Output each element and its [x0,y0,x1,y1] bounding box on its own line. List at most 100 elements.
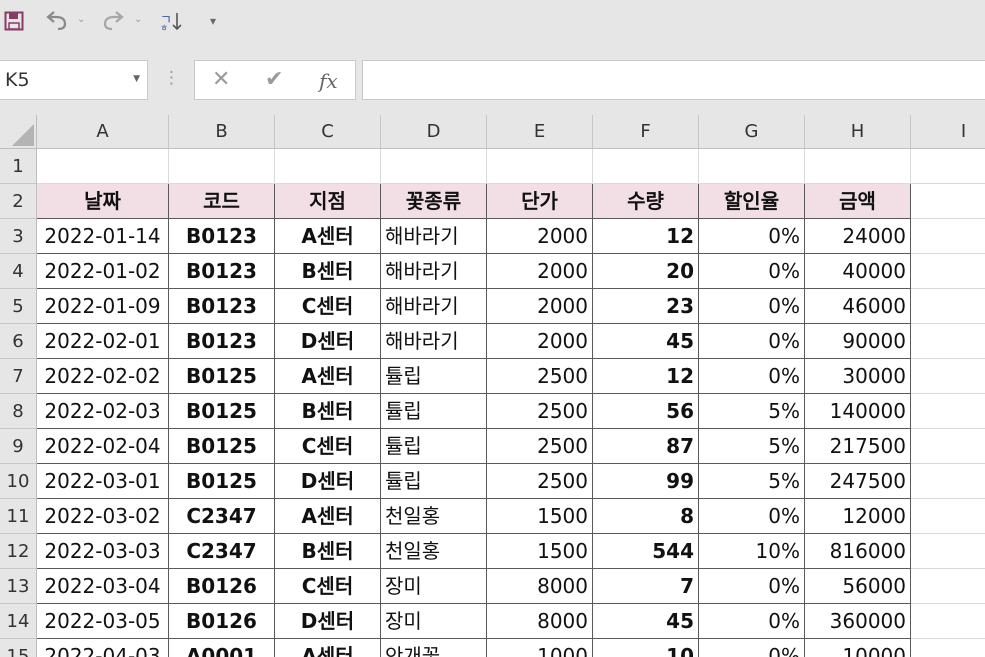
cell[interactable] [911,464,985,499]
table-cell[interactable]: 544 [593,534,699,569]
cell[interactable] [911,394,985,429]
table-cell[interactable]: 0% [699,324,805,359]
table-cell[interactable]: 7 [593,569,699,604]
row-header-8[interactable]: 8 [0,394,37,429]
column-header-b[interactable]: B [169,115,275,149]
table-cell[interactable]: 8000 [487,604,593,639]
column-header-g[interactable]: G [699,115,805,149]
table-cell[interactable]: A0001 [169,639,275,657]
table-cell[interactable]: 해바라기 [381,324,487,359]
table-cell[interactable]: 장미 [381,569,487,604]
table-cell[interactable]: 8000 [487,569,593,604]
row-header-14[interactable]: 14 [0,604,37,639]
table-cell[interactable]: D센터 [275,604,381,639]
column-header-i[interactable]: I [911,115,985,149]
table-cell[interactable]: 2022-01-09 [37,289,169,324]
column-header-e[interactable]: E [487,115,593,149]
table-cell[interactable]: C2347 [169,499,275,534]
table-cell[interactable]: 45 [593,324,699,359]
table-cell[interactable]: 해바라기 [381,219,487,254]
table-cell[interactable]: 장미 [381,604,487,639]
table-cell[interactable]: B0125 [169,429,275,464]
cell[interactable] [911,219,985,254]
table-cell[interactable]: 1500 [487,499,593,534]
table-cell[interactable]: 87 [593,429,699,464]
table-cell[interactable]: 2022-02-03 [37,394,169,429]
insert-function-icon[interactable]: fx [319,69,338,93]
cell[interactable] [911,569,985,604]
table-cell[interactable]: B0123 [169,289,275,324]
table-cell[interactable]: 20 [593,254,699,289]
table-cell[interactable]: 8 [593,499,699,534]
row-header-7[interactable]: 7 [0,359,37,394]
table-cell[interactable]: 2000 [487,324,593,359]
table-cell[interactable]: 0% [699,639,805,657]
table-cell[interactable]: 0% [699,499,805,534]
table-cell[interactable]: 2022-03-03 [37,534,169,569]
name-box[interactable]: K5 ▼ [0,60,148,100]
table-cell[interactable]: 튤립 [381,464,487,499]
table-cell[interactable]: 45 [593,604,699,639]
table-cell[interactable]: 2022-03-04 [37,569,169,604]
table-cell[interactable]: 2022-04-03 [37,639,169,657]
cell[interactable] [911,639,985,657]
table-cell[interactable]: 30000 [805,359,911,394]
table-cell[interactable]: B0125 [169,359,275,394]
table-cell[interactable]: 2022-02-04 [37,429,169,464]
table-cell[interactable]: C2347 [169,534,275,569]
table-cell[interactable]: B0125 [169,464,275,499]
table-cell[interactable]: 2500 [487,359,593,394]
cell[interactable] [911,289,985,324]
row-header-12[interactable]: 12 [0,534,37,569]
row-header-15[interactable]: 15 [0,639,37,657]
table-cell[interactable]: 0% [699,569,805,604]
table-cell[interactable]: 140000 [805,394,911,429]
table-header-cell[interactable]: 수량 [593,184,699,219]
undo-icon[interactable] [44,8,70,34]
table-header-cell[interactable]: 코드 [169,184,275,219]
row-header-4[interactable]: 4 [0,254,37,289]
row-header-10[interactable]: 10 [0,464,37,499]
row-header-3[interactable]: 3 [0,219,37,254]
table-cell[interactable]: B센터 [275,534,381,569]
table-cell[interactable]: 0% [699,219,805,254]
row-header-5[interactable]: 5 [0,289,37,324]
table-cell[interactable]: B0123 [169,254,275,289]
table-cell[interactable]: 2022-01-14 [37,219,169,254]
cell[interactable] [911,604,985,639]
table-cell[interactable]: 360000 [805,604,911,639]
table-cell[interactable]: 2500 [487,394,593,429]
cancel-icon[interactable]: ✕ [212,67,230,92]
table-cell[interactable]: A센터 [275,359,381,394]
table-cell[interactable]: B센터 [275,394,381,429]
redo-icon[interactable] [100,8,126,34]
table-cell[interactable]: 0% [699,254,805,289]
table-cell[interactable]: 2000 [487,219,593,254]
column-header-d[interactable]: D [381,115,487,149]
row-header-2[interactable]: 2 [0,184,37,219]
table-cell[interactable]: 99 [593,464,699,499]
table-header-cell[interactable]: 꽃종류 [381,184,487,219]
cell[interactable] [487,149,593,184]
table-header-cell[interactable]: 단가 [487,184,593,219]
column-header-c[interactable]: C [275,115,381,149]
table-cell[interactable]: 5% [699,464,805,499]
sort-icon[interactable]: ㄱㅎ [158,8,184,34]
table-cell[interactable]: 46000 [805,289,911,324]
row-header-6[interactable]: 6 [0,324,37,359]
table-cell[interactable]: 2000 [487,289,593,324]
cell[interactable] [699,149,805,184]
table-cell[interactable]: 24000 [805,219,911,254]
resize-handle-icon[interactable]: ⋮ [163,68,180,88]
table-cell[interactable]: B0123 [169,324,275,359]
table-cell[interactable]: C센터 [275,429,381,464]
column-header-a[interactable]: A [37,115,169,149]
table-header-cell[interactable]: 할인율 [699,184,805,219]
table-cell[interactable]: B0123 [169,219,275,254]
enter-icon[interactable]: ✔ [265,67,283,92]
select-all-button[interactable] [0,115,37,149]
table-cell[interactable]: D센터 [275,324,381,359]
table-header-cell[interactable]: 날짜 [37,184,169,219]
table-cell[interactable]: B0125 [169,394,275,429]
table-cell[interactable]: 56 [593,394,699,429]
